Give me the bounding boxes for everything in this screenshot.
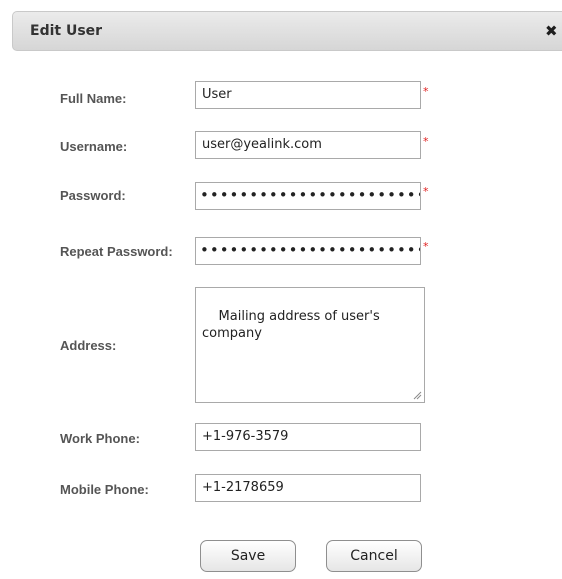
repeat-password-input[interactable]: ••••••••••••••••••••••••••••• [195,237,421,265]
close-icon[interactable]: ✖ [545,23,558,39]
save-button[interactable]: Save [200,540,296,572]
mobile-phone-label: Mobile Phone: [60,482,149,497]
required-asterisk: * [423,240,429,253]
mobile-phone-input[interactable]: +1-2178659 [195,474,421,502]
work-phone-label: Work Phone: [60,431,140,446]
full-name-input[interactable]: User [195,81,421,109]
resize-handle-icon[interactable] [413,391,422,400]
username-label: Username: [60,139,128,154]
address-label: Address: [60,338,117,353]
required-asterisk: * [423,85,429,98]
dialog-titlebar: Edit User ✖ [12,11,562,51]
username-input[interactable]: user@yealink.com [195,131,421,159]
edit-user-dialog: Edit User ✖ Full Name: User * Username: … [0,0,562,579]
password-input[interactable]: ••••••••••••••••••••••••••••• [195,182,421,210]
cancel-button[interactable]: Cancel [326,540,422,572]
work-phone-input[interactable]: +1-976-3579 [195,423,421,451]
repeat-password-label: Repeat Password: [60,244,173,259]
dialog-title: Edit User [30,23,103,39]
full-name-label: Full Name: [60,91,127,106]
password-label: Password: [60,188,126,203]
address-text: Mailing address of user's company [202,309,380,341]
address-textarea[interactable]: Mailing address of user's company [195,287,425,403]
required-asterisk: * [423,185,429,198]
required-asterisk: * [423,135,429,148]
